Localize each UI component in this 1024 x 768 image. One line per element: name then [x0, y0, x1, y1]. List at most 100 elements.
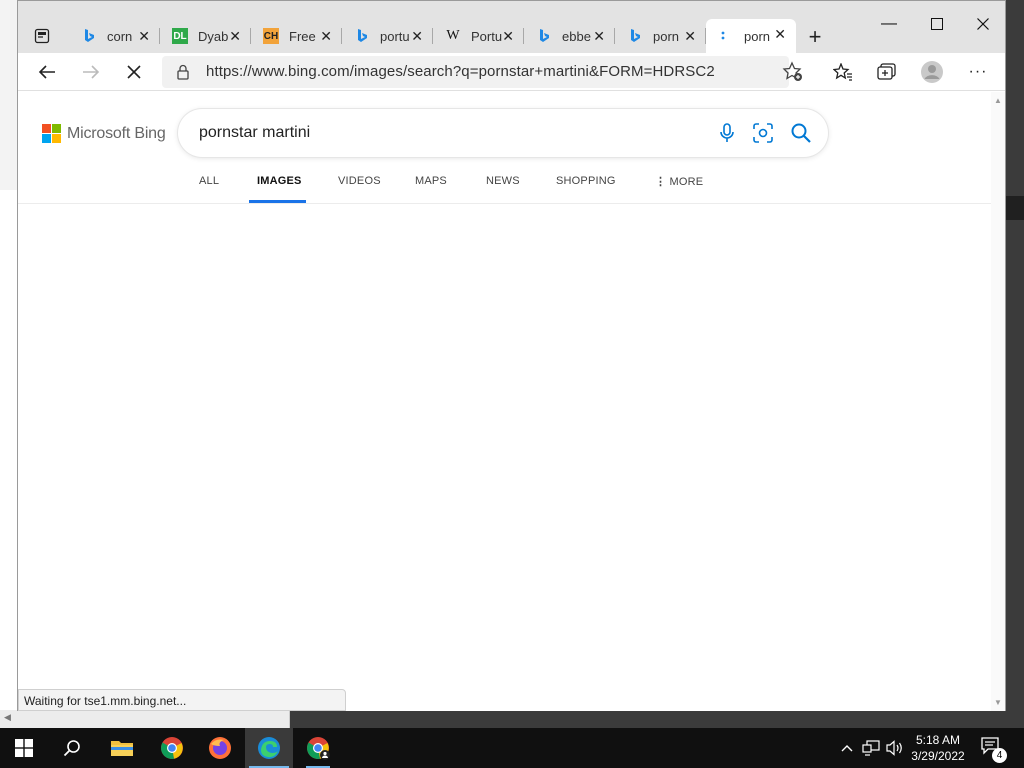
settings-more-button[interactable]: ··· — [964, 58, 992, 86]
stop-loading-button[interactable] — [119, 57, 149, 87]
background-window-left — [0, 0, 18, 728]
tab-1[interactable]: DL Dyab ✕ — [160, 21, 251, 51]
plus-icon: + — [808, 24, 822, 49]
navigation-bar: https://www.bing.com/images/search?q=por… — [18, 53, 1005, 91]
clock-time: 5:18 AM — [915, 733, 961, 747]
scope-all[interactable]: ALL — [199, 175, 219, 187]
taskbar: 5:18 AM 3/29/2022 4 — [0, 728, 1024, 768]
close-window-button[interactable] — [960, 9, 1006, 39]
tab-close-icon[interactable]: ✕ — [320, 28, 332, 45]
scope-videos[interactable]: VIDEOS — [338, 175, 381, 187]
dl-icon: DL — [172, 28, 188, 44]
show-hidden-icons-button[interactable] — [838, 739, 856, 757]
profile-button[interactable] — [918, 58, 946, 86]
tab-title: portu — [380, 28, 410, 44]
scope-more-label: MORE — [669, 176, 704, 188]
clock-date: 3/29/2022 — [911, 749, 965, 763]
folder-icon — [111, 741, 133, 756]
minimize-button[interactable]: — — [866, 9, 912, 39]
address-bar[interactable]: https://www.bing.com/images/search?q=por… — [162, 56, 802, 88]
tab-title: porn — [653, 28, 680, 44]
volume-icon[interactable] — [886, 739, 904, 757]
tab-actions-menu-button[interactable] — [27, 21, 57, 51]
search-box[interactable]: pornstar martini — [178, 109, 828, 157]
bing-icon — [627, 28, 643, 44]
avatar-icon — [921, 61, 943, 83]
page-scrollbar[interactable]: ▲ ▼ — [991, 92, 1005, 711]
maximize-button[interactable] — [914, 9, 960, 39]
more-horizontal-icon: ··· — [968, 63, 988, 80]
edge-button[interactable] — [245, 728, 293, 768]
taskbar-search-button[interactable] — [48, 728, 96, 768]
windows-logo-icon — [15, 739, 33, 757]
minimize-icon: — — [881, 15, 897, 32]
new-tab-button[interactable]: + — [801, 23, 829, 51]
collections-icon — [877, 63, 896, 80]
network-icon[interactable] — [862, 739, 880, 757]
tab-close-icon[interactable]: ✕ — [502, 28, 514, 45]
tab-2[interactable]: CH Free ✕ — [251, 21, 342, 51]
page-viewport: Microsoft Bing pornstar martini ALL IMAG… — [18, 92, 991, 711]
chrome-button[interactable] — [148, 728, 196, 768]
scope-maps[interactable]: MAPS — [415, 175, 447, 187]
visual-search-icon[interactable] — [752, 123, 774, 148]
scope-more[interactable]: ⋮ MORE — [655, 175, 703, 188]
microsoft-logo-icon — [42, 124, 61, 143]
tab-7-active[interactable]: porn ✕ — [706, 19, 796, 53]
tab-strip: corn ✕ DL Dyab ✕ CH Free ✕ portu ✕ W Por… — [18, 1, 1005, 53]
scope-news[interactable]: NEWS — [486, 175, 520, 187]
scroll-down-icon[interactable]: ▼ — [994, 698, 1002, 707]
more-vertical-icon: ⋮ — [655, 176, 667, 188]
loading-icon — [718, 28, 734, 44]
search-icon[interactable] — [790, 122, 812, 149]
url-text[interactable]: https://www.bing.com/images/search?q=por… — [206, 63, 715, 80]
close-icon — [127, 65, 141, 79]
microphone-icon[interactable] — [718, 123, 736, 148]
favorites-button[interactable] — [829, 58, 857, 86]
tab-0[interactable]: corn ✕ — [69, 21, 160, 51]
tab-close-icon[interactable]: ✕ — [229, 28, 241, 45]
scroll-up-icon[interactable]: ▲ — [994, 96, 1002, 105]
chevron-up-icon — [841, 745, 853, 752]
edge-browser-window: corn ✕ DL Dyab ✕ CH Free ✕ portu ✕ W Por… — [17, 0, 1006, 711]
background-window-right — [1006, 0, 1024, 728]
tab-5[interactable]: ebbe ✕ — [524, 21, 615, 51]
tab-title: Dyab — [198, 28, 229, 44]
status-bar: Waiting for tse1.mm.bing.net... — [18, 689, 346, 711]
chrome-profile-button[interactable] — [294, 728, 342, 768]
forward-button[interactable] — [76, 57, 106, 87]
start-button[interactable] — [0, 728, 48, 768]
add-favorite-icon[interactable] — [782, 61, 804, 88]
tab-6[interactable]: porn ✕ — [615, 21, 706, 51]
lock-icon[interactable] — [176, 64, 190, 85]
tab-close-icon[interactable]: ✕ — [138, 28, 150, 45]
tab-close-icon[interactable]: ✕ — [774, 26, 786, 43]
file-explorer-button[interactable] — [98, 728, 146, 768]
tab-actions-icon — [34, 28, 50, 44]
tab-title: porn — [744, 28, 771, 44]
bing-icon — [81, 28, 97, 44]
tab-title: corn — [107, 28, 133, 44]
search-icon — [63, 740, 80, 757]
scope-images[interactable]: IMAGES — [257, 175, 302, 187]
bing-logo[interactable]: Microsoft Bing — [42, 124, 166, 143]
firefox-button[interactable] — [196, 728, 244, 768]
tab-close-icon[interactable]: ✕ — [593, 28, 605, 45]
clock[interactable]: 5:18 AM 3/29/2022 — [903, 732, 973, 764]
tab-close-icon[interactable]: ✕ — [684, 28, 696, 45]
tab-title: Portu — [471, 28, 503, 44]
collections-button[interactable] — [873, 58, 901, 86]
tab-close-icon[interactable]: ✕ — [411, 28, 423, 45]
notification-count-badge: 4 — [992, 748, 1007, 763]
tab-4[interactable]: W Portu ✕ — [433, 21, 524, 51]
tab-3[interactable]: portu ✕ — [342, 21, 433, 51]
scope-shopping[interactable]: SHOPPING — [556, 175, 616, 187]
active-scope-indicator — [249, 200, 306, 203]
back-button[interactable] — [32, 57, 62, 87]
bing-icon — [354, 28, 370, 44]
chrome-icon — [307, 737, 330, 760]
arrow-left-icon — [38, 65, 55, 79]
maximize-icon — [931, 18, 943, 30]
edge-icon — [258, 737, 280, 759]
search-input[interactable]: pornstar martini — [199, 124, 310, 142]
